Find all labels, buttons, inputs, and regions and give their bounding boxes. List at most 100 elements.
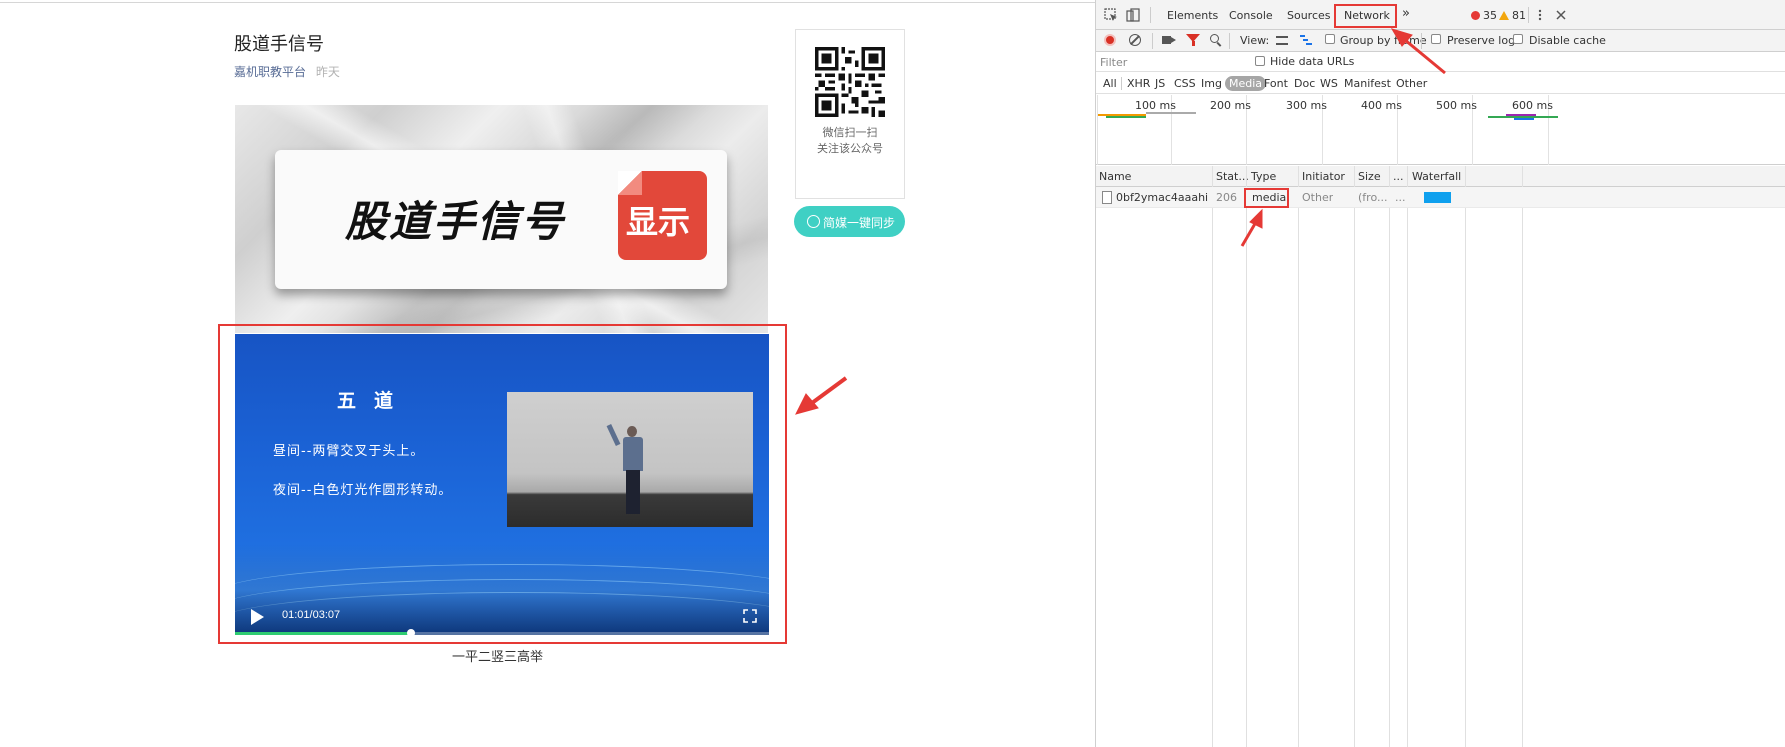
filter-input[interactable]: [1100, 55, 1240, 70]
more-tabs-icon[interactable]: »: [1402, 6, 1410, 21]
column-waterfall[interactable]: Waterfall: [1412, 170, 1461, 183]
toolbar-separator: [1152, 33, 1153, 49]
video-controls: 01:01/03:07: [235, 601, 769, 635]
type-img[interactable]: Img: [1199, 77, 1224, 90]
toolbar-separator: [1528, 7, 1529, 23]
column-divider: [1212, 166, 1213, 747]
type-js[interactable]: JS: [1153, 77, 1167, 90]
column-type[interactable]: Type: [1251, 170, 1276, 183]
qr-caption-1: 微信扫一扫: [822, 126, 878, 139]
timeline-tick-label: 100 ms: [1135, 99, 1176, 112]
resource-type-filter: All XHR JS CSS Img Media Font Doc WS Man…: [1096, 73, 1785, 94]
type-doc[interactable]: Doc: [1292, 77, 1317, 90]
devtools-tabbar: Elements Console Sources Network » 35 81: [1096, 0, 1785, 30]
error-count[interactable]: 35: [1471, 9, 1497, 22]
close-icon[interactable]: [1554, 8, 1568, 22]
hide-data-urls-label: Hide data URLs: [1270, 55, 1355, 68]
request-time: ...: [1395, 191, 1406, 204]
cover-badge: 显示: [618, 171, 707, 260]
file-icon: [1102, 191, 1112, 204]
type-all[interactable]: All: [1101, 77, 1119, 90]
devtools-panel: Elements Console Sources Network » 35 81…: [1095, 0, 1785, 747]
play-icon[interactable]: [251, 609, 264, 625]
tab-sources[interactable]: Sources: [1287, 9, 1331, 22]
preserve-log-label: Preserve log: [1447, 34, 1516, 47]
tab-elements[interactable]: Elements: [1167, 9, 1218, 22]
fullscreen-icon[interactable]: [743, 609, 757, 623]
column-divider: [1354, 166, 1355, 747]
list-view-icon[interactable]: [1276, 36, 1288, 45]
table-row[interactable]: 0bf2ymac4aaahia... 206 media Other (fro.…: [1096, 187, 1785, 208]
search-icon[interactable]: [1210, 34, 1219, 43]
qr-caption-2: 关注该公众号: [817, 142, 883, 155]
column-divider: [1246, 166, 1247, 747]
cover-title: 股道手信号: [345, 197, 566, 246]
article-title: 股道手信号: [234, 34, 324, 55]
column-divider: [1298, 166, 1299, 747]
video-progress[interactable]: [235, 629, 769, 635]
clear-icon[interactable]: [1129, 34, 1141, 46]
video-time: 01:01/03:07: [282, 609, 341, 621]
sync-button[interactable]: 简媒一键同步: [794, 206, 905, 237]
timeline-tick-label: 200 ms: [1210, 99, 1251, 112]
request-size: (fro...: [1358, 191, 1388, 204]
disable-cache-checkbox[interactable]: [1513, 34, 1523, 44]
type-ws[interactable]: WS: [1318, 77, 1340, 90]
type-font[interactable]: Font: [1262, 77, 1290, 90]
waterfall-gridline: [1522, 166, 1523, 747]
request-status: 206: [1216, 191, 1237, 204]
badge-fold-shade: [618, 171, 642, 195]
network-tab-highlight-box: [1334, 4, 1397, 28]
cover-badge-text: 显示: [626, 203, 691, 241]
disable-cache-label: Disable cache: [1529, 34, 1606, 47]
type-xhr[interactable]: XHR: [1125, 77, 1152, 90]
type-manifest[interactable]: Manifest: [1342, 77, 1393, 90]
request-name: 0bf2ymac4aaahia...: [1116, 191, 1208, 204]
error-icon: [1471, 11, 1480, 20]
column-time[interactable]: ...: [1393, 170, 1404, 183]
article-meta: 嘉机职教平台 昨天: [234, 63, 340, 80]
waterfall-gridline: [1465, 166, 1466, 747]
waterfall-bar: [1424, 192, 1451, 203]
inspect-icon[interactable]: [1104, 8, 1118, 22]
type-css[interactable]: CSS: [1172, 77, 1198, 90]
tab-console[interactable]: Console: [1229, 9, 1273, 22]
sync-icon: [807, 215, 820, 228]
qr-code-icon: [815, 47, 885, 117]
warning-icon: [1499, 11, 1509, 20]
column-divider: [1389, 166, 1390, 747]
timeline-bar: [1514, 118, 1534, 120]
column-status[interactable]: Stat...: [1216, 170, 1249, 183]
record-icon[interactable]: [1104, 34, 1116, 46]
timeline-tick-label: 300 ms: [1286, 99, 1327, 112]
network-toolbar: View: Group by frame Preserve log Disabl…: [1096, 30, 1785, 52]
kebab-menu-icon[interactable]: [1533, 8, 1547, 22]
filter-bar: Hide data URLs: [1096, 52, 1785, 72]
camera-icon[interactable]: [1162, 36, 1176, 44]
network-overview-timeline[interactable]: 100 ms 200 ms 300 ms 400 ms 500 ms 600 m…: [1096, 95, 1785, 165]
warning-count[interactable]: 81: [1499, 9, 1526, 22]
column-size[interactable]: Size: [1358, 170, 1381, 183]
group-by-frame-checkbox[interactable]: [1325, 34, 1335, 44]
account-link[interactable]: 嘉机职教平台: [234, 65, 306, 79]
hide-data-urls-checkbox[interactable]: [1255, 56, 1265, 66]
timeline-tick-label: 600 ms: [1512, 99, 1553, 112]
column-name[interactable]: Name: [1099, 170, 1131, 183]
type-separator: [1121, 77, 1122, 90]
requests-table-header: Name Stat... Type Initiator Size ... Wat…: [1096, 166, 1785, 187]
top-divider: [0, 2, 1095, 3]
filter-icon[interactable]: [1186, 34, 1200, 46]
cover-image: 股道手信号 显示: [235, 105, 768, 333]
preserve-log-checkbox[interactable]: [1431, 34, 1441, 44]
type-other[interactable]: Other: [1394, 77, 1429, 90]
video-caption: 一平二竖三高举: [452, 650, 544, 665]
cover-card: 股道手信号 显示: [275, 150, 727, 289]
column-initiator[interactable]: Initiator: [1302, 170, 1345, 183]
timeline-tick-label: 400 ms: [1361, 99, 1402, 112]
waterfall-view-icon[interactable]: [1300, 35, 1312, 45]
video-highlight-box: [218, 324, 787, 644]
progress-knob[interactable]: [407, 629, 416, 635]
toolbar-separator: [1421, 33, 1422, 49]
type-media[interactable]: Media: [1225, 76, 1267, 91]
device-toggle-icon[interactable]: [1126, 8, 1140, 22]
